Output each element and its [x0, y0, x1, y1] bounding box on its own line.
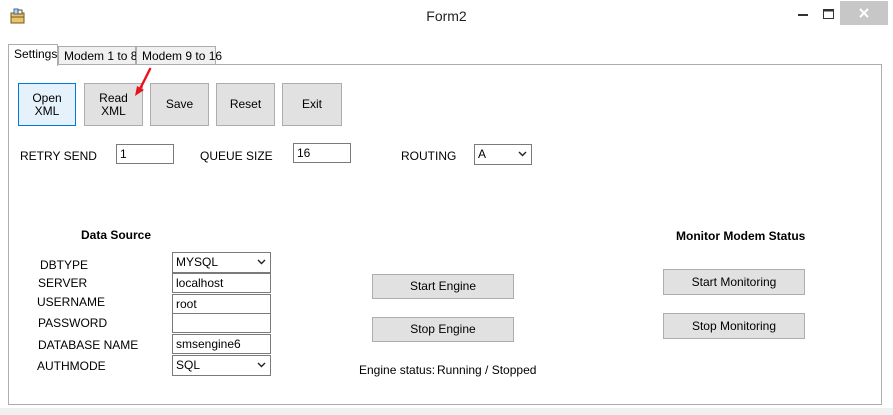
dbtype-select[interactable]: MYSQL — [172, 252, 271, 273]
stop-monitoring-button[interactable]: Stop Monitoring — [663, 313, 805, 339]
read-xml-label-line2: XML — [101, 103, 126, 118]
authmode-selected-value: SQL — [176, 358, 201, 372]
chevron-down-icon — [518, 151, 527, 157]
database-name-input[interactable]: smsengine6 — [172, 334, 271, 354]
queue-size-label: QUEUE SIZE — [200, 149, 273, 163]
close-button[interactable] — [840, 1, 888, 25]
chevron-down-icon — [257, 362, 266, 368]
tab-settings[interactable]: Settings — [8, 44, 58, 66]
server-label: SERVER — [38, 276, 88, 290]
maximize-icon — [822, 9, 834, 19]
tab-modem-1-to-8[interactable]: Modem 1 to 8 — [58, 46, 137, 65]
database-name-label: DATABASE NAME — [38, 338, 139, 352]
routing-select[interactable]: A — [474, 144, 532, 165]
open-xml-button[interactable]: Open XML — [18, 83, 76, 126]
retry-send-input[interactable]: 1 — [116, 144, 174, 164]
routing-selected-value: A — [478, 147, 487, 161]
dbtype-label: DBTYPE — [40, 258, 89, 272]
open-xml-label-line2: XML — [34, 103, 60, 118]
minimize-icon — [798, 14, 808, 16]
monitor-modem-status-heading: Monitor Modem Status — [676, 229, 806, 243]
routing-label: ROUTING — [401, 149, 457, 163]
chevron-down-icon — [257, 259, 266, 265]
username-input[interactable]: root — [172, 294, 271, 314]
annotation-arrow-icon — [135, 67, 152, 96]
close-icon — [859, 8, 869, 18]
window-bottom-edge — [0, 408, 893, 415]
exit-button[interactable]: Exit — [282, 83, 342, 126]
tab-modem-9-to-16[interactable]: Modem 9 to 16 — [136, 46, 222, 65]
form2-window: Form2 Settings Modem 1 to 8 Modem 9 to 1… — [0, 0, 893, 415]
start-engine-button[interactable]: Start Engine — [372, 274, 514, 299]
queue-size-input[interactable]: 16 — [293, 143, 351, 163]
title-bar[interactable]: Form2 — [0, 0, 893, 32]
save-button[interactable]: Save — [150, 83, 209, 126]
server-input[interactable]: localhost — [172, 273, 271, 293]
window-title: Form2 — [426, 8, 467, 24]
start-monitoring-button[interactable]: Start Monitoring — [663, 269, 805, 295]
retry-send-label: RETRY SEND — [20, 149, 97, 163]
dbtype-selected-value: MYSQL — [176, 255, 219, 269]
authmode-label: AUTHMODE — [37, 359, 106, 373]
reset-button[interactable]: Reset — [216, 83, 275, 126]
open-xml-label-line1: Open — [32, 90, 62, 105]
password-input[interactable] — [172, 313, 271, 333]
authmode-select[interactable]: SQL — [172, 355, 271, 376]
engine-status-value: Running / Stopped — [437, 363, 537, 377]
maximize-button[interactable] — [813, 0, 843, 28]
engine-status-label: Engine status: — [359, 363, 436, 377]
data-source-heading: Data Source — [81, 228, 152, 242]
username-label: USERNAME — [37, 295, 106, 309]
password-label: PASSWORD — [38, 316, 108, 330]
read-xml-label-line1: Read — [99, 90, 128, 105]
stop-engine-button[interactable]: Stop Engine — [372, 317, 514, 342]
